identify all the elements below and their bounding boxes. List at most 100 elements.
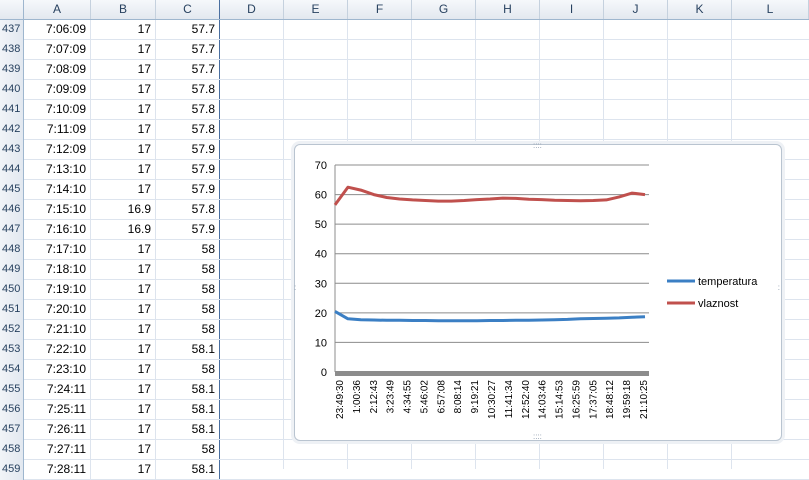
- cell-b[interactable]: 17: [91, 320, 156, 339]
- cell-b[interactable]: 16.9: [91, 200, 156, 219]
- row-number[interactable]: 456: [0, 400, 24, 420]
- cell-a[interactable]: 7:17:10: [24, 240, 91, 259]
- cell-a[interactable]: 7:11:09: [24, 120, 91, 139]
- cell-b[interactable]: 17: [91, 380, 156, 399]
- column-header-b[interactable]: B: [91, 0, 156, 19]
- column-header-h[interactable]: H: [476, 0, 540, 19]
- chart-resize-handle-bottom[interactable]: ::::: [533, 433, 542, 441]
- cell-c[interactable]: 57.8: [156, 100, 220, 119]
- cell-c[interactable]: 58.1: [156, 380, 220, 399]
- row-number[interactable]: 444: [0, 160, 24, 180]
- cell-c[interactable]: 57.8: [156, 120, 220, 139]
- cell-a[interactable]: 7:18:10: [24, 260, 91, 279]
- row-number[interactable]: 446: [0, 200, 24, 220]
- cell-a[interactable]: 7:26:11: [24, 420, 91, 439]
- cell-a[interactable]: 7:13:10: [24, 160, 91, 179]
- cell-c[interactable]: 58: [156, 440, 220, 459]
- cell-a[interactable]: 7:28:11: [24, 460, 91, 479]
- cell-c[interactable]: 57.9: [156, 140, 220, 159]
- row-number[interactable]: 449: [0, 260, 24, 280]
- row-number[interactable]: 438: [0, 40, 24, 60]
- select-all-corner[interactable]: [0, 0, 24, 19]
- cell-b[interactable]: 17: [91, 400, 156, 419]
- cell-b[interactable]: 17: [91, 180, 156, 199]
- cell-c[interactable]: 57.7: [156, 20, 220, 39]
- cell-c[interactable]: 58: [156, 280, 220, 299]
- cell-c[interactable]: 58: [156, 320, 220, 339]
- cell-c[interactable]: 58: [156, 260, 220, 279]
- cell-a[interactable]: 7:27:11: [24, 440, 91, 459]
- cell-c[interactable]: 57.8: [156, 200, 220, 219]
- cell-a[interactable]: 7:08:09: [24, 60, 91, 79]
- cell-b[interactable]: 17: [91, 440, 156, 459]
- line-chart[interactable]: :::: :::: : : 0 10 20 30 40 50 60 70 23:49:30 1:0…: [294, 142, 782, 441]
- cell-c[interactable]: 58.1: [156, 460, 220, 479]
- row-number[interactable]: 457: [0, 420, 24, 440]
- cell-c[interactable]: 58.1: [156, 400, 220, 419]
- row-number[interactable]: 445: [0, 180, 24, 200]
- cell-a[interactable]: 7:24:11: [24, 380, 91, 399]
- cell-c[interactable]: 58.1: [156, 420, 220, 439]
- row-number[interactable]: 453: [0, 340, 24, 360]
- cell-b[interactable]: 17: [91, 240, 156, 259]
- cell-a[interactable]: 7:15:10: [24, 200, 91, 219]
- cell-c[interactable]: 58.1: [156, 340, 220, 359]
- row-number[interactable]: 458: [0, 440, 24, 460]
- cell-c[interactable]: 57.9: [156, 180, 220, 199]
- cell-c[interactable]: 57.7: [156, 40, 220, 59]
- row-number[interactable]: 451: [0, 300, 24, 320]
- chart-resize-handle-top[interactable]: ::::: [533, 142, 542, 150]
- cell-a[interactable]: 7:21:10: [24, 320, 91, 339]
- row-number[interactable]: 459: [0, 460, 24, 480]
- cell-b[interactable]: 17: [91, 340, 156, 359]
- cell-a[interactable]: 7:14:10: [24, 180, 91, 199]
- column-header-g[interactable]: G: [412, 0, 476, 19]
- row-number[interactable]: 437: [0, 20, 24, 40]
- cell-a[interactable]: 7:07:09: [24, 40, 91, 59]
- cell-b[interactable]: 17: [91, 300, 156, 319]
- cell-c[interactable]: 58: [156, 300, 220, 319]
- cell-c[interactable]: 58: [156, 240, 220, 259]
- cell-a[interactable]: 7:20:10: [24, 300, 91, 319]
- cell-a[interactable]: 7:10:09: [24, 100, 91, 119]
- column-header-k[interactable]: K: [668, 0, 732, 19]
- cell-b[interactable]: 17: [91, 460, 156, 479]
- cell-b[interactable]: 17: [91, 140, 156, 159]
- cell-a[interactable]: 7:09:09: [24, 80, 91, 99]
- column-header-e[interactable]: E: [284, 0, 348, 19]
- cell-c[interactable]: 57.7: [156, 60, 220, 79]
- row-number[interactable]: 452: [0, 320, 24, 340]
- row-number[interactable]: 440: [0, 80, 24, 100]
- column-header-a[interactable]: A: [24, 0, 91, 19]
- column-header-i[interactable]: I: [540, 0, 604, 19]
- cell-c[interactable]: 58: [156, 360, 220, 379]
- cell-a[interactable]: 7:19:10: [24, 280, 91, 299]
- column-header-d[interactable]: D: [220, 0, 284, 19]
- cell-a[interactable]: 7:06:09: [24, 20, 91, 39]
- cell-b[interactable]: 17: [91, 20, 156, 39]
- row-number[interactable]: 450: [0, 280, 24, 300]
- row-number[interactable]: 443: [0, 140, 24, 160]
- cell-a[interactable]: 7:12:09: [24, 140, 91, 159]
- cell-b[interactable]: 17: [91, 280, 156, 299]
- cell-b[interactable]: 17: [91, 80, 156, 99]
- cell-c[interactable]: 57.9: [156, 220, 220, 239]
- cell-b[interactable]: 17: [91, 40, 156, 59]
- row-number[interactable]: 447: [0, 220, 24, 240]
- cell-c[interactable]: 57.9: [156, 160, 220, 179]
- cell-b[interactable]: 16.9: [91, 220, 156, 239]
- cell-c[interactable]: 57.8: [156, 80, 220, 99]
- row-number[interactable]: 455: [0, 380, 24, 400]
- row-number[interactable]: 448: [0, 240, 24, 260]
- row-number[interactable]: 439: [0, 60, 24, 80]
- cell-b[interactable]: 17: [91, 260, 156, 279]
- cell-b[interactable]: 17: [91, 160, 156, 179]
- column-header-c[interactable]: C: [156, 0, 220, 19]
- column-header-l[interactable]: L: [732, 0, 809, 19]
- column-header-f[interactable]: F: [348, 0, 412, 19]
- cell-a[interactable]: 7:25:11: [24, 400, 91, 419]
- row-number[interactable]: 442: [0, 120, 24, 140]
- cell-b[interactable]: 17: [91, 360, 156, 379]
- cell-a[interactable]: 7:16:10: [24, 220, 91, 239]
- column-header-j[interactable]: J: [604, 0, 668, 19]
